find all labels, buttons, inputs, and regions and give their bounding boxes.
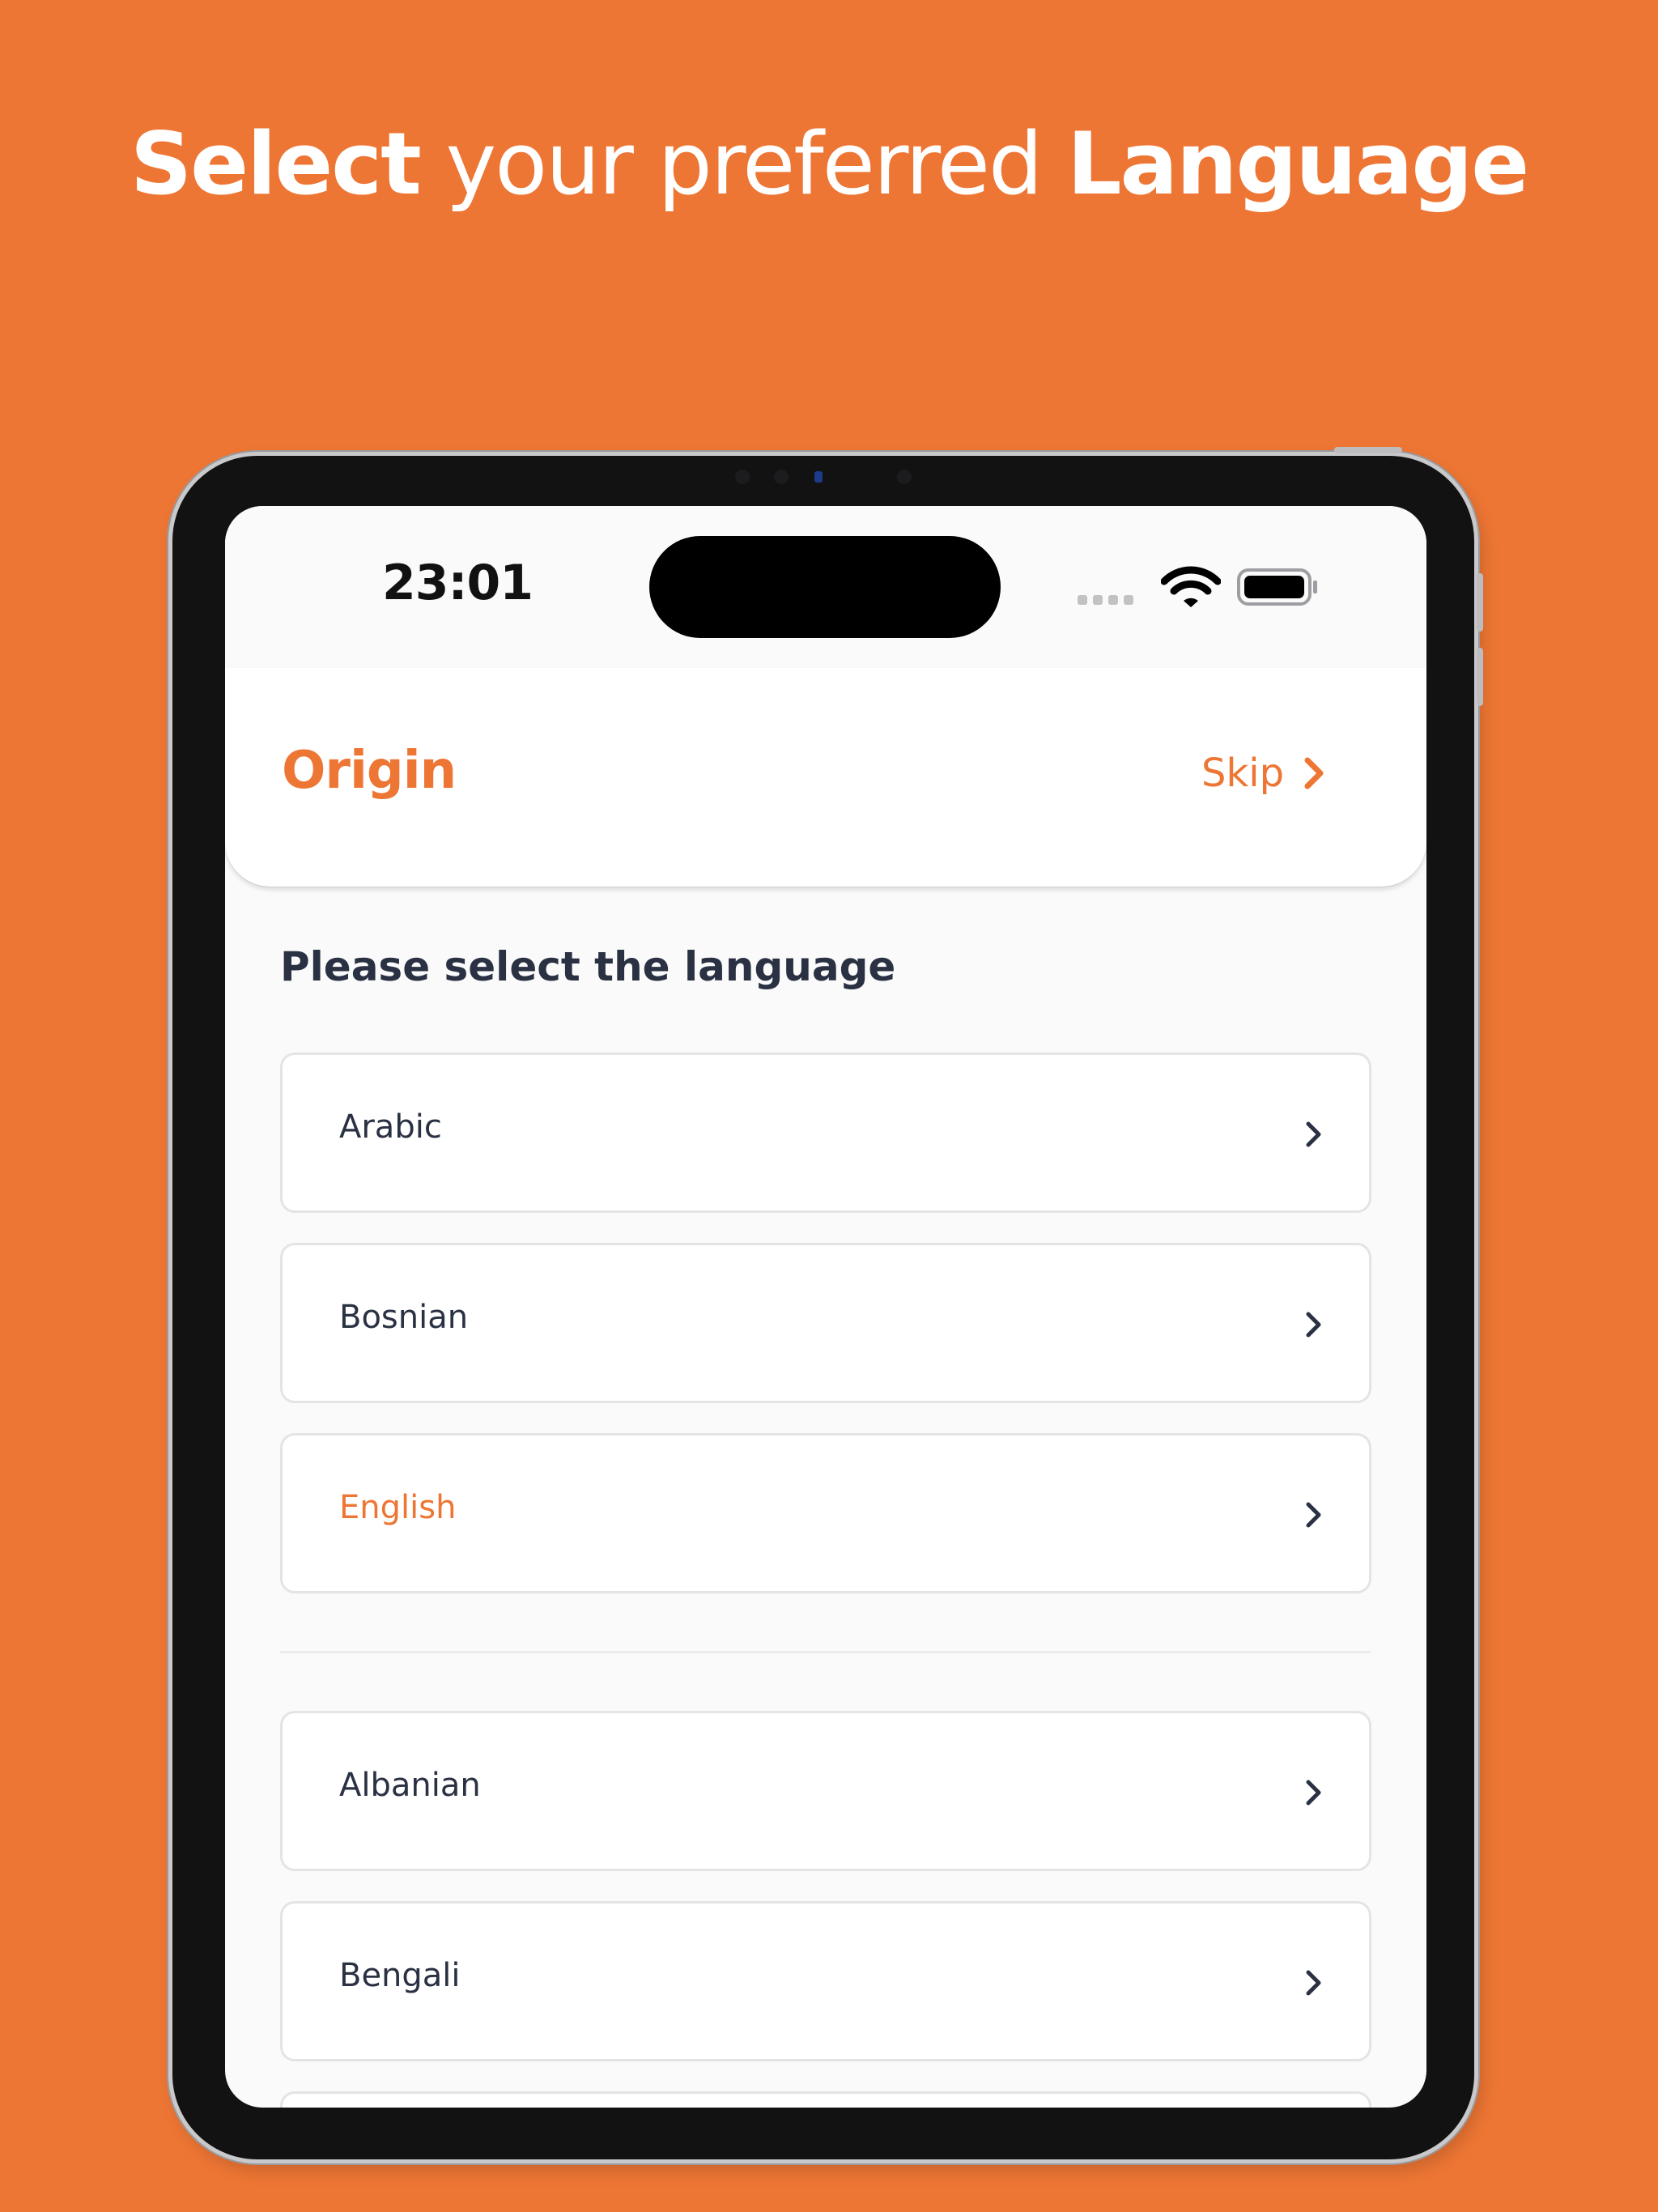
dynamic-island <box>649 536 1001 638</box>
language-label: Albanian <box>339 1767 481 1804</box>
status-time: 23:01 <box>382 555 534 611</box>
chevron-right-icon <box>1306 1780 1321 1806</box>
section-title: Please select the language <box>280 943 896 990</box>
skip-button-label: Skip <box>1201 751 1285 796</box>
language-item-bosnian[interactable]: Bosnian <box>280 1243 1371 1403</box>
battery-icon <box>1237 568 1317 606</box>
headline-bold-language: Language <box>1066 114 1529 214</box>
app-header: Origin Skip <box>225 668 1426 887</box>
language-item-bengali[interactable]: Bengali <box>280 1901 1371 2061</box>
headline-bold-select: Select <box>130 114 422 214</box>
language-item-albanian[interactable]: Albanian <box>280 1711 1371 1871</box>
skip-button[interactable]: Skip <box>1201 751 1324 796</box>
device-top-button <box>1334 447 1402 453</box>
wifi-icon <box>1161 566 1221 607</box>
device-volume-down-button <box>1477 648 1483 706</box>
chevron-right-icon <box>1306 1312 1321 1338</box>
cellular-signal-icon <box>1078 595 1133 605</box>
language-label: Arabic <box>339 1108 442 1146</box>
device-sensor-dot <box>735 470 750 484</box>
device-sensor-dot <box>774 470 789 484</box>
device-camera-icon <box>814 471 823 483</box>
language-item-arabic[interactable]: Arabic <box>280 1053 1371 1213</box>
language-item-partial[interactable] <box>280 2091 1371 2108</box>
app-screen: 23:01 Origin Skip Please select the lang… <box>225 506 1426 2108</box>
status-bar: 23:01 <box>225 506 1426 668</box>
language-item-english[interactable]: English <box>280 1433 1371 1593</box>
headline-text: your preferred <box>419 114 1067 214</box>
language-label: Bosnian <box>339 1299 469 1336</box>
chevron-right-icon <box>1304 757 1324 789</box>
device-sensor-dot <box>897 470 912 484</box>
chevron-right-icon <box>1306 1970 1321 1996</box>
chevron-right-icon <box>1306 1502 1321 1528</box>
chevron-right-icon <box>1306 1121 1321 1147</box>
device-volume-up-button <box>1477 573 1483 632</box>
promo-headline: Select your preferred Language <box>0 104 1658 225</box>
language-label: English <box>339 1489 457 1526</box>
app-title: Origin <box>282 741 457 801</box>
list-divider <box>280 1651 1371 1653</box>
language-label: Bengali <box>339 1957 461 1994</box>
